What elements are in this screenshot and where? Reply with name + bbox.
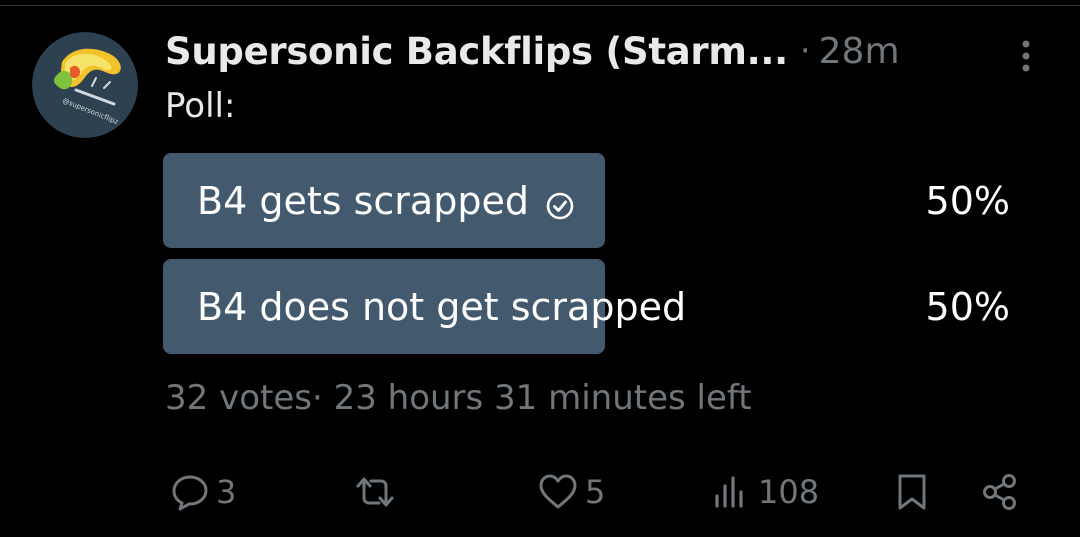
author-avatar[interactable]: @supersonicflipz	[32, 32, 138, 138]
poll-option-percent: 50%	[925, 178, 1010, 223]
poll-option-label: B4 gets scrapped	[197, 178, 529, 223]
poll-option-label-wrap: B4 does not get scrapped	[197, 259, 686, 354]
repost-button[interactable]	[352, 470, 404, 514]
poll-option-1[interactable]: B4 gets scrapped 50%	[163, 153, 1018, 248]
views-button[interactable]: 108	[712, 470, 819, 514]
bookmark-button[interactable]	[894, 470, 930, 514]
author-name[interactable]: Supersonic Backflips (Starm...	[165, 30, 788, 73]
views-count: 108	[758, 473, 820, 511]
top-divider	[0, 5, 1080, 6]
like-icon	[537, 472, 579, 512]
like-button[interactable]: 5	[537, 470, 605, 514]
poll-option-label: B4 does not get scrapped	[197, 284, 687, 329]
reply-icon	[170, 472, 210, 512]
poll-option-label-wrap: B4 gets scrapped	[197, 153, 575, 248]
poll-label: Poll:	[165, 86, 236, 126]
reply-count: 3	[216, 473, 237, 511]
header-separator: ·	[799, 31, 811, 71]
share-button[interactable]	[980, 470, 1020, 514]
poll-option-percent: 50%	[925, 284, 1010, 329]
views-icon	[712, 472, 752, 512]
share-icon	[980, 472, 1020, 512]
avatar-image: @supersonicflipz	[32, 32, 138, 138]
post-header: Supersonic Backflips (Starm... · 28m	[165, 24, 900, 78]
post-timestamp[interactable]: 28m	[819, 31, 900, 72]
reply-button[interactable]: 3	[170, 470, 236, 514]
poll-meta: 32 votes· 23 hours 31 minutes left	[165, 378, 752, 418]
repost-icon	[352, 472, 398, 512]
bookmark-icon	[894, 472, 930, 512]
poll-option-2[interactable]: B4 does not get scrapped 50%	[163, 259, 1018, 354]
more-vertical-icon[interactable]	[1014, 36, 1038, 76]
check-circle-icon	[545, 186, 575, 219]
like-count: 5	[585, 473, 606, 511]
